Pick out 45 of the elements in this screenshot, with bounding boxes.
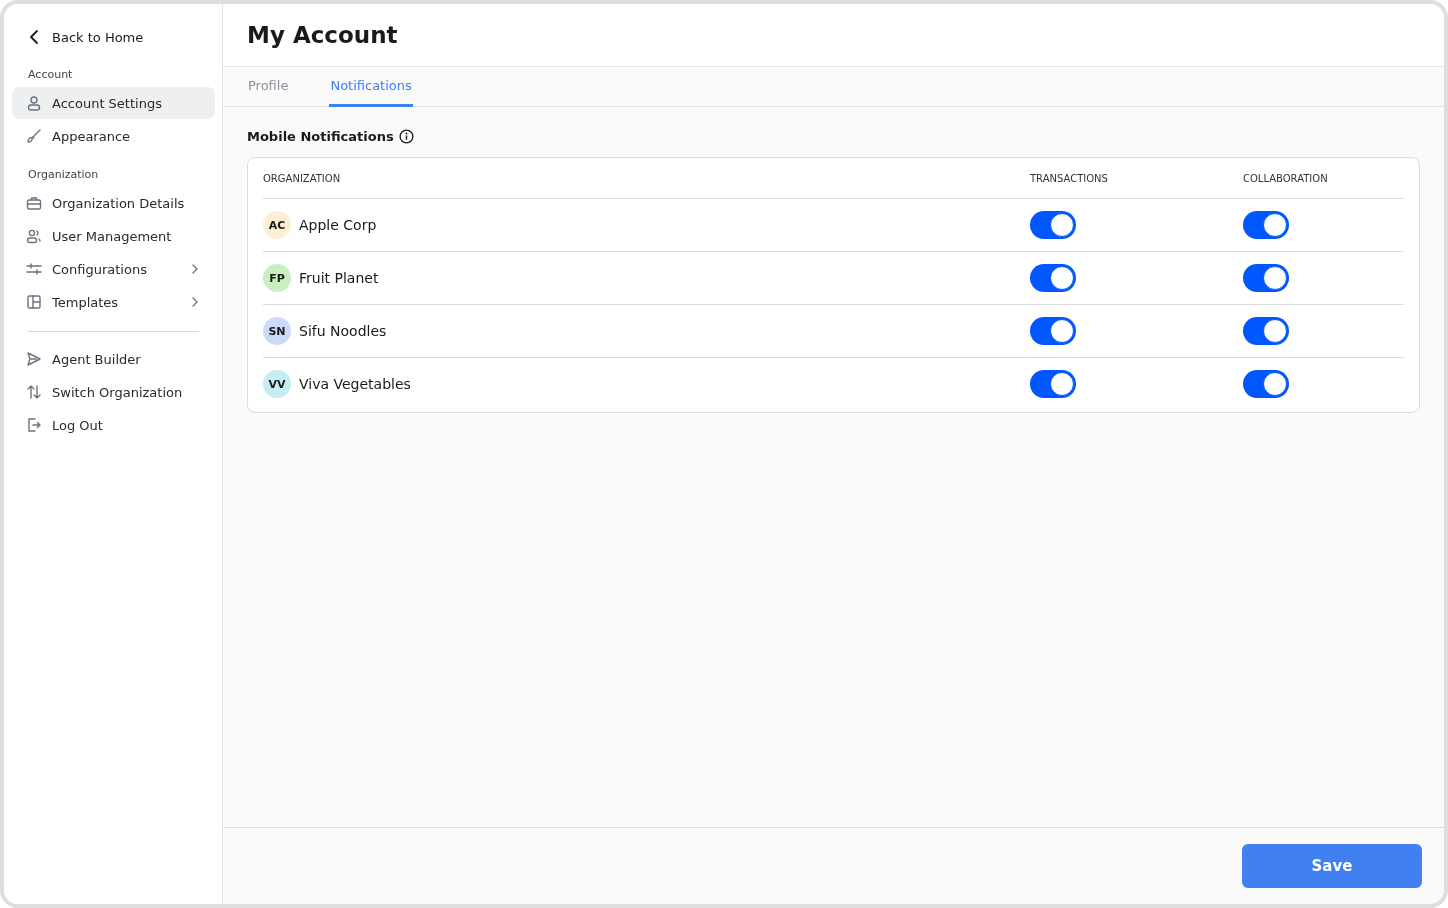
- column-header: ORGANIZATION: [263, 158, 1030, 199]
- column-header: COLLABORATION: [1243, 158, 1404, 199]
- briefcase-icon: [26, 195, 42, 211]
- arrows-icon: [26, 384, 42, 400]
- toggle-switch[interactable]: [1030, 264, 1076, 292]
- save-button[interactable]: Save: [1242, 844, 1422, 888]
- toggle-switch[interactable]: [1243, 264, 1289, 292]
- toggle-switch[interactable]: [1243, 317, 1289, 345]
- tab[interactable]: Notifications: [329, 67, 413, 107]
- sidebar-item[interactable]: Switch Organization: [12, 376, 215, 408]
- sidebar-item[interactable]: Account Settings: [12, 87, 215, 119]
- sliders-icon: [26, 261, 42, 277]
- sidebar-item[interactable]: Templates: [12, 286, 215, 318]
- toggle-switch[interactable]: [1243, 370, 1289, 398]
- send-icon: [26, 351, 42, 367]
- back-link[interactable]: Back to Home: [12, 22, 215, 52]
- sidebar-item[interactable]: Organization Details: [12, 187, 215, 219]
- toggle-switch[interactable]: [1243, 211, 1289, 239]
- organization-name: Fruit Planet: [299, 270, 379, 286]
- toggle-switch[interactable]: [1030, 317, 1076, 345]
- organization-name: Viva Vegetables: [299, 376, 411, 392]
- column-header: TRANSACTIONS: [1030, 158, 1243, 199]
- brush-icon: [26, 128, 42, 144]
- sidebar-item[interactable]: Log Out: [12, 409, 215, 441]
- sidebar-item[interactable]: Configurations: [12, 253, 215, 285]
- avatar: VV: [263, 370, 291, 398]
- section-heading: Account: [27, 67, 74, 83]
- sidebar-item[interactable]: Appearance: [12, 120, 215, 152]
- info-icon[interactable]: [398, 129, 414, 144]
- layout-icon: [26, 294, 42, 310]
- toggle-switch[interactable]: [1030, 370, 1076, 398]
- section-title: Mobile Notifications: [247, 129, 394, 144]
- avatar: SN: [263, 317, 291, 345]
- avatar: FP: [263, 264, 291, 292]
- sidebar-item[interactable]: User Management: [12, 220, 215, 252]
- logout-icon: [26, 417, 42, 433]
- users-icon: [26, 228, 42, 244]
- section-heading: Organization: [27, 167, 100, 183]
- sidebar-item[interactable]: Agent Builder: [12, 343, 215, 375]
- avatar: AC: [263, 211, 291, 239]
- person-icon: [26, 95, 42, 111]
- organization-name: Sifu Noodles: [299, 323, 387, 339]
- toggle-switch[interactable]: [1030, 211, 1076, 239]
- page-title: My Account: [247, 22, 398, 48]
- organization-name: Apple Corp: [299, 217, 377, 233]
